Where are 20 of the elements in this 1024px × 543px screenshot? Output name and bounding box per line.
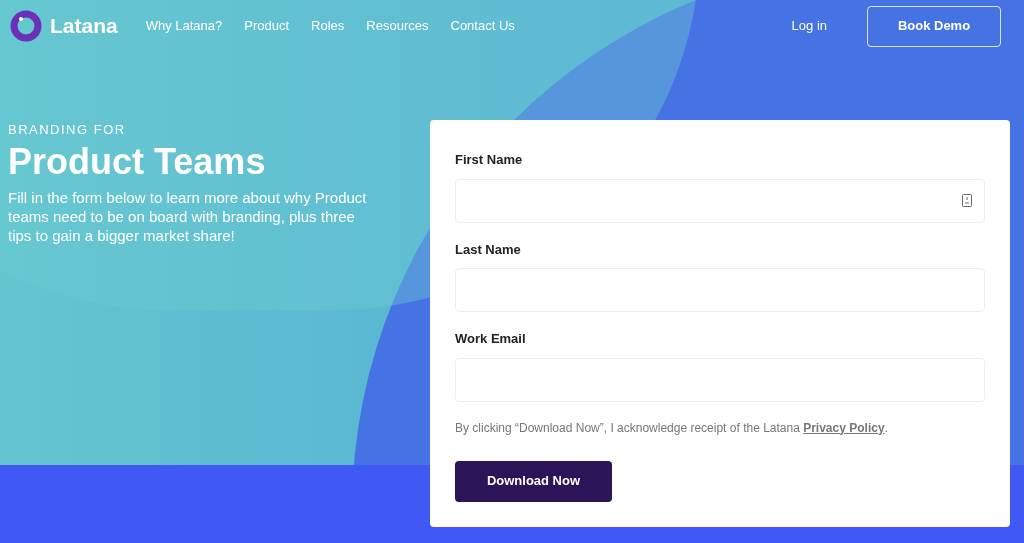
nav-link[interactable]: Roles [311,16,345,36]
eyebrow-text: BRANDING FOR [8,121,127,139]
field-label: First Name [455,151,524,169]
nav-link[interactable]: Product [244,16,290,36]
contact-card-icon [962,194,972,207]
ring-logo-icon [10,10,42,42]
field-label: Work Email [455,330,527,348]
nav-link[interactable]: Resources [366,16,429,36]
nav-link[interactable]: Why Latana? [145,16,223,36]
logo-text: Latana [50,13,118,40]
nav-link[interactable]: Contact Us [450,16,515,36]
input-field[interactable] [455,178,985,223]
hero-description: Fill in the form below to learn more about why Product teams need to be on board with branding, plus three tips to gain a bigger market share! [8,187,368,245]
book-demo-button[interactable]: Book Demo [867,5,1001,47]
hero-title: Product Teams [8,139,267,184]
field-label: Last Name [455,240,522,259]
login-link[interactable]: Log in [791,16,827,36]
download-now-button[interactable]: Download Now [455,460,612,502]
consent-text: By clicking “Download Now”, I acknowledge receipt of the Latana Privacy Policy. [455,419,889,437]
privacy-policy-link[interactable]: Privacy Policy [803,420,885,435]
